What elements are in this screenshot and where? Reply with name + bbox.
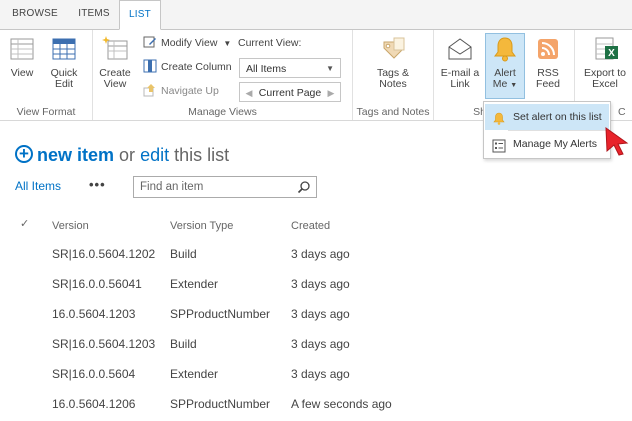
create-view-icon <box>100 34 130 64</box>
modify-view-chevron-down-icon: ▼ <box>223 39 232 48</box>
navigate-up-icon <box>143 83 157 97</box>
bell-icon <box>492 110 506 125</box>
view-selector-row: All Items ••• <box>15 176 105 196</box>
excel-icon: X <box>590 34 620 64</box>
menu-item-set-alert[interactable]: Set alert on this list <box>485 104 609 130</box>
next-page-icon[interactable]: ▶ <box>324 83 338 103</box>
group-tags-notes: Tags & Notes Tags and Notes <box>353 30 434 120</box>
group-label-view-format: View Format <box>16 106 76 118</box>
view-all-items-link[interactable]: All Items <box>15 179 61 193</box>
current-view-label: Current View: <box>238 37 302 49</box>
create-column-icon <box>143 59 157 73</box>
tags-notes-button[interactable]: Tags & Notes <box>371 34 415 90</box>
modify-view-icon <box>143 35 157 49</box>
search-input[interactable]: Find an item <box>133 176 317 198</box>
modify-view-button[interactable]: Modify View ▼ <box>143 34 231 52</box>
quick-edit-button[interactable]: Quick Edit <box>42 34 86 90</box>
menu-item-manage-alerts[interactable]: Manage My Alerts <box>485 131 609 157</box>
search-icon[interactable] <box>297 180 311 194</box>
navigate-up-button[interactable]: Navigate Up <box>143 82 219 100</box>
table-row[interactable]: SR|16.0.5604.1203 Build 3 days ago <box>0 329 632 359</box>
email-link-button[interactable]: E-mail a Link <box>438 34 482 90</box>
export-to-excel-button[interactable]: X Export to Excel <box>579 34 631 90</box>
previous-page-icon[interactable]: ◀ <box>242 83 256 103</box>
current-page-control[interactable]: ◀ Current Page ▶ <box>239 82 341 102</box>
group-label-share-partial: Sh <box>473 106 486 118</box>
tag-icon <box>378 34 408 64</box>
new-item-link[interactable]: new item <box>37 145 114 165</box>
mouse-cursor-icon <box>603 126 631 156</box>
table-row[interactable]: SR|16.0.0.5604 Extender 3 days ago <box>0 359 632 389</box>
ribbon-tab-bar: BROWSE ITEMS LIST <box>0 0 632 30</box>
page-title: + new item or edit this list <box>15 143 229 167</box>
add-circle-icon[interactable]: + <box>15 145 33 164</box>
select-all-check-icon[interactable]: ✓ <box>20 217 29 230</box>
table-row[interactable]: SR|16.0.0.56041 Extender 3 days ago <box>0 269 632 299</box>
tab-list[interactable]: LIST <box>119 0 161 30</box>
group-view-format: View Quick Edit View Format <box>0 30 93 120</box>
alert-me-chevron-down-icon: ▼ <box>510 82 518 89</box>
tab-browse[interactable]: BROWSE <box>5 0 65 28</box>
rss-icon <box>533 34 563 64</box>
bell-icon <box>490 34 520 64</box>
create-view-button[interactable]: Create View <box>93 34 137 90</box>
alert-me-menu: Set alert on this list Manage My Alerts <box>483 101 611 159</box>
current-view-select[interactable]: All Items ▼ <box>239 58 341 78</box>
column-header-version-type[interactable]: Version Type <box>170 218 233 234</box>
column-header-version[interactable]: Version <box>52 218 89 234</box>
group-label-manage-views: Manage Views <box>188 106 257 118</box>
edit-link[interactable]: edit <box>140 145 169 165</box>
more-options-icon[interactable]: ••• <box>89 175 106 195</box>
group-manage-views: Create View Modify View ▼ Create Column … <box>93 30 353 120</box>
table-row[interactable]: 16.0.5604.1206 SPProductNumber A few sec… <box>0 389 632 419</box>
alert-me-button[interactable]: Alert Me ▼ <box>483 34 527 91</box>
table-row[interactable]: SR|16.0.5604.1202 Build 3 days ago <box>0 239 632 269</box>
create-column-button[interactable]: Create Column <box>143 58 232 76</box>
group-label-tags-notes: Tags and Notes <box>356 106 430 118</box>
rss-feed-button[interactable]: RSS Feed <box>526 34 570 90</box>
svg-text:X: X <box>608 48 615 59</box>
column-header-created[interactable]: Created <box>291 218 330 234</box>
current-view-chevron-down-icon: ▼ <box>326 64 334 73</box>
quick-edit-icon <box>49 34 79 64</box>
envelope-icon <box>445 34 475 64</box>
manage-alerts-icon <box>492 137 506 153</box>
view-icon <box>7 34 37 64</box>
view-button[interactable]: View <box>0 34 44 79</box>
group-label-connect-partial: C <box>618 106 626 118</box>
table-row[interactable]: 16.0.5604.1203 SPProductNumber 3 days ag… <box>0 299 632 329</box>
tab-items[interactable]: ITEMS <box>69 0 119 28</box>
